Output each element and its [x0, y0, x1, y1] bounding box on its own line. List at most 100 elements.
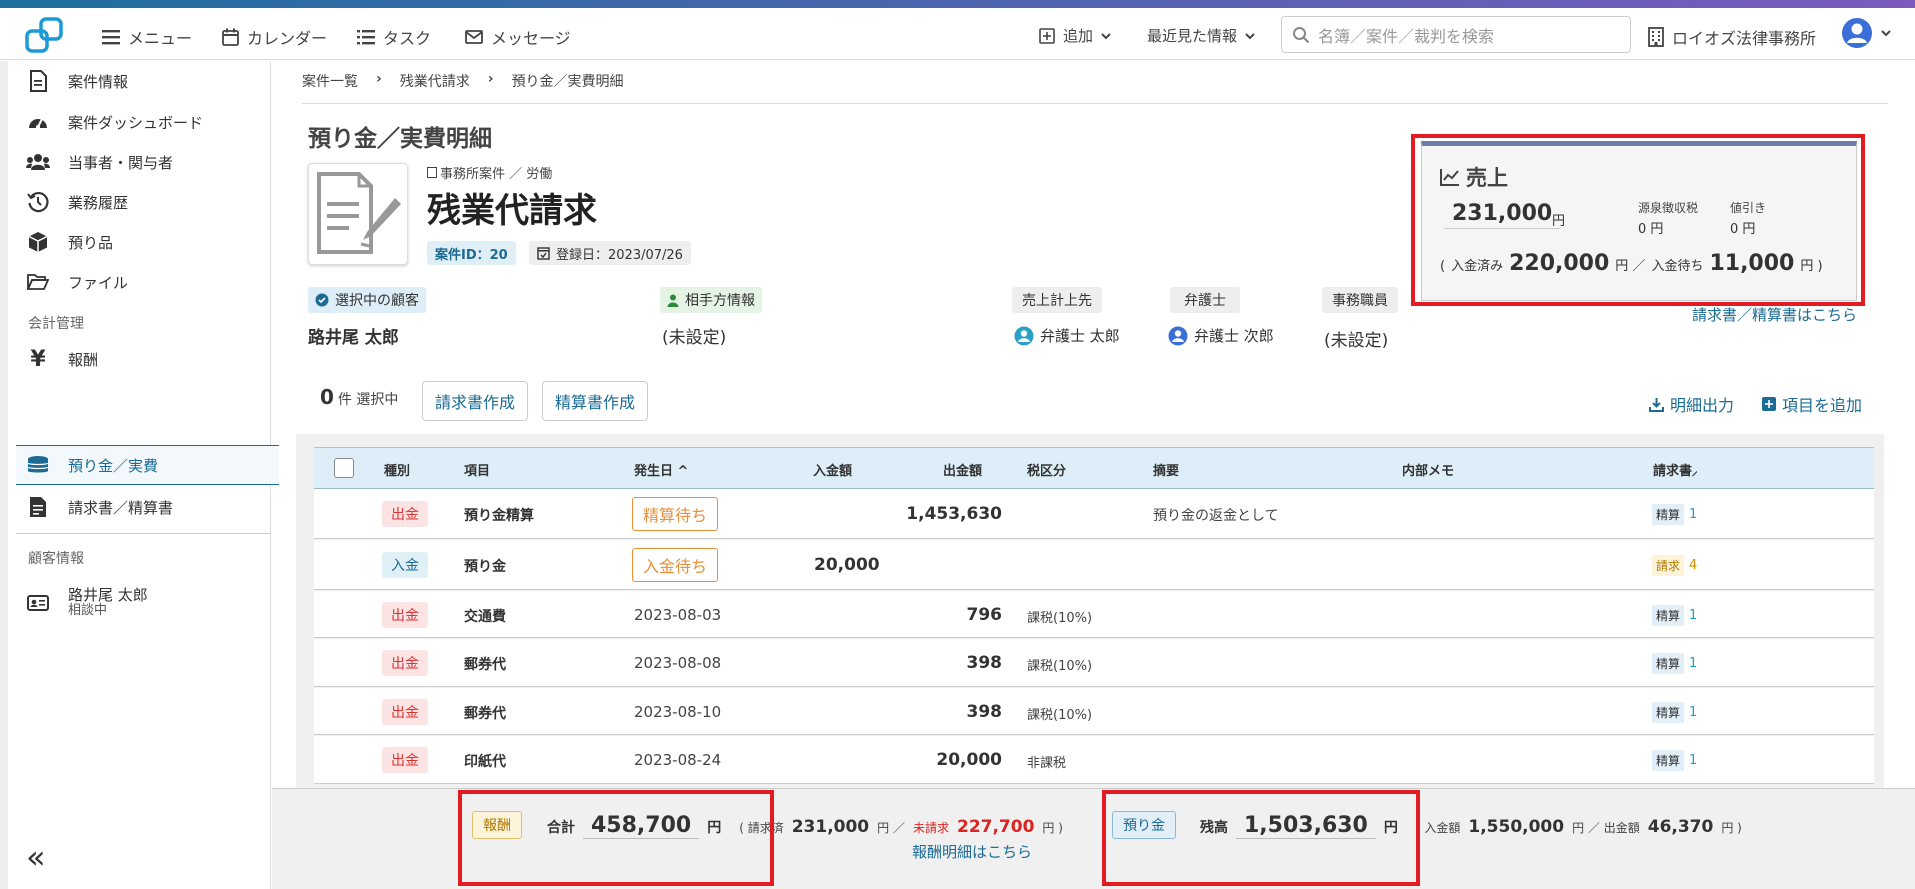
chevron-down-icon — [1245, 32, 1255, 39]
sidebar-item-label: 預り金／実費 — [68, 456, 159, 475]
col-item[interactable]: 項目 — [464, 460, 490, 479]
id-card-icon — [26, 591, 50, 615]
invoice-link-cell[interactable]: 精算 18 — [1652, 702, 1698, 723]
breadcrumb-case[interactable]: 残業代請求 — [400, 71, 470, 91]
col-tax[interactable]: 税区分 — [1027, 460, 1066, 479]
type-badge: 入金 — [382, 552, 428, 578]
sidebar-item-client[interactable]: 路井尾 太郎 相談中 — [26, 587, 148, 619]
in-amount-cell: 20,000 — [814, 555, 880, 575]
tax-cell: 課税(10%) — [1027, 708, 1093, 723]
col-memo[interactable]: 内部メモ — [1402, 460, 1454, 479]
highlight-box-deposit — [1102, 790, 1420, 886]
invoice-number[interactable]: 18 — [1689, 705, 1698, 720]
client-name-value[interactable]: 路井尾 太郎 — [308, 323, 399, 348]
nav-calendar[interactable]: カレンダー — [222, 25, 327, 49]
col-out[interactable]: 出金額 — [943, 460, 982, 479]
select-all-checkbox[interactable] — [334, 458, 354, 478]
search-input[interactable]: 名簿／案件／裁判を検索 — [1281, 16, 1631, 53]
recent-dropdown[interactable]: 最近見た情報 — [1147, 25, 1255, 46]
page-title: 預り金／実費明細 — [308, 126, 492, 152]
type-badge: 出金 — [382, 699, 428, 725]
opponent-label: 相手方情報 — [660, 287, 762, 313]
col-type[interactable]: 種別 — [384, 460, 410, 479]
sidebar-item-label: 案件情報 — [68, 72, 129, 91]
highlight-box-fee — [458, 790, 774, 886]
contract-pen-icon — [317, 172, 401, 254]
sales-to-value[interactable]: 弁護士 太郎 — [1014, 325, 1120, 346]
invoice-type-badge: 精算 — [1652, 504, 1685, 525]
sidebar-item-case-info[interactable]: 案件情報 — [26, 69, 128, 93]
invoice-link-cell[interactable]: 精算 18 — [1652, 750, 1698, 771]
sidebar-item-deposits[interactable]: 預り品 — [26, 230, 113, 254]
table-header: 種別 項目 発生日 ^ 入金額 出金額 税区分 摘要 内部メモ 請求書／ — [314, 447, 1874, 489]
app-logo-icon[interactable] — [24, 16, 64, 56]
table-row[interactable]: 出金 交通費 2023-08-03 796 課税(10%) 精算 18 — [314, 591, 1874, 638]
type-badge: 出金 — [382, 650, 428, 676]
fee-unbilled-value: 227,700 — [956, 817, 1035, 837]
invoice-number[interactable]: 45 — [1689, 558, 1698, 573]
nav-task[interactable]: タスク — [357, 25, 431, 49]
opponent-label-text: 相手方情報 — [685, 293, 755, 309]
folder-open-icon — [26, 270, 50, 294]
tax-cell: 非課税 — [1027, 756, 1067, 771]
sidebar-item-deposit-expenses[interactable]: 預り金／実費 — [26, 453, 158, 477]
tax-cell: 課税(10%) — [1027, 659, 1093, 674]
table-row[interactable]: 入金 預り金 入金待ち 20,000 請求 45 — [314, 540, 1874, 590]
table-row[interactable]: 出金 郵券代 2023-08-10 398 課税(10%) 精算 18 — [314, 688, 1874, 735]
export-details-button[interactable]: 明細出力 — [1649, 392, 1734, 416]
sidebar-item-parties[interactable]: 当事者・関与者 — [26, 150, 173, 174]
add-item-button[interactable]: 項目を追加 — [1762, 392, 1862, 416]
plus-square-icon — [1762, 397, 1776, 411]
table-row[interactable]: 出金 郵券代 2023-08-08 398 課税(10%) 精算 18 — [314, 639, 1874, 687]
nav-calendar-label: カレンダー — [247, 29, 328, 48]
add-dropdown[interactable]: 追加 — [1039, 25, 1111, 46]
case-category: 事務所案件 ／ 労働 — [440, 167, 553, 182]
nav-menu[interactable]: メニュー — [102, 25, 192, 49]
item-cell[interactable]: 郵券代 — [464, 654, 506, 674]
invoice-number[interactable]: 18 — [1689, 608, 1698, 623]
sidebar-item-invoices[interactable]: 請求書／精算書 — [26, 495, 173, 519]
item-cell[interactable]: 交通費 — [464, 606, 506, 626]
item-cell[interactable]: 印紙代 — [464, 751, 506, 771]
table-row[interactable]: 出金 預り金精算 精算待ち 1,453,630 預り金の返金として 精算 18 — [314, 489, 1874, 539]
sidebar-item-files[interactable]: ファイル — [26, 270, 128, 294]
col-summary[interactable]: 摘要 — [1153, 460, 1179, 479]
table-row[interactable]: 出金 印紙代 2023-08-24 20,000 非課税 精算 18 — [314, 736, 1874, 784]
invoice-link-cell[interactable]: 精算 18 — [1652, 605, 1698, 626]
col-in[interactable]: 入金額 — [813, 460, 852, 479]
item-cell[interactable]: 郵券代 — [464, 703, 506, 723]
lawyer-value[interactable]: 弁護士 次郎 — [1168, 325, 1274, 346]
invoice-number[interactable]: 18 — [1689, 507, 1698, 522]
invoice-link-cell[interactable]: 請求 45 — [1652, 555, 1698, 576]
date-cell: 2023-08-08 — [634, 654, 722, 672]
nav-message[interactable]: メッセージ — [465, 25, 571, 49]
user-icon — [667, 294, 679, 307]
office-selector[interactable]: ロイオズ法律事務所 — [1648, 25, 1816, 49]
sidebar-item-history[interactable]: 業務履歴 — [26, 190, 128, 214]
fee-billed-value: 231,000 — [791, 817, 870, 837]
sidebar-item-dashboard[interactable]: 案件ダッシュボード — [26, 110, 203, 134]
date-cell: 2023-08-24 — [634, 751, 722, 769]
breadcrumb: 案件一覧 › 残業代請求 › 預り金／実費明細 — [302, 71, 624, 91]
invoice-link-cell[interactable]: 精算 18 — [1652, 653, 1698, 674]
export-label: 明細出力 — [1670, 396, 1735, 415]
invoice-number[interactable]: 18 — [1689, 656, 1698, 671]
create-settlement-button[interactable]: 精算書作成 — [542, 381, 649, 421]
sidebar-item-fees[interactable]: ¥ 報酬 — [26, 347, 98, 372]
item-cell[interactable]: 預り金 — [464, 556, 506, 576]
status-badge: 精算待ち — [632, 497, 719, 531]
fee-details-link[interactable]: 報酬明細はこちら — [912, 841, 1032, 862]
invoice-link[interactable]: 請求書／精算書はこちら — [1692, 304, 1857, 325]
item-cell[interactable]: 預り金精算 — [464, 505, 534, 525]
col-date[interactable]: 発生日 ^ — [634, 460, 688, 479]
breadcrumb-case-list[interactable]: 案件一覧 — [302, 71, 358, 91]
create-invoice-button[interactable]: 請求書作成 — [422, 381, 529, 421]
invoice-link-cell[interactable]: 精算 18 — [1652, 504, 1698, 525]
download-icon — [1649, 397, 1664, 412]
invoice-number[interactable]: 18 — [1689, 753, 1698, 768]
collapse-sidebar-button[interactable]: « — [26, 841, 46, 873]
user-menu[interactable] — [1841, 17, 1891, 49]
calendar-check-icon — [537, 247, 550, 260]
col-invoice[interactable]: 請求書／ — [1653, 460, 1697, 479]
case-thumbnail — [308, 163, 408, 265]
